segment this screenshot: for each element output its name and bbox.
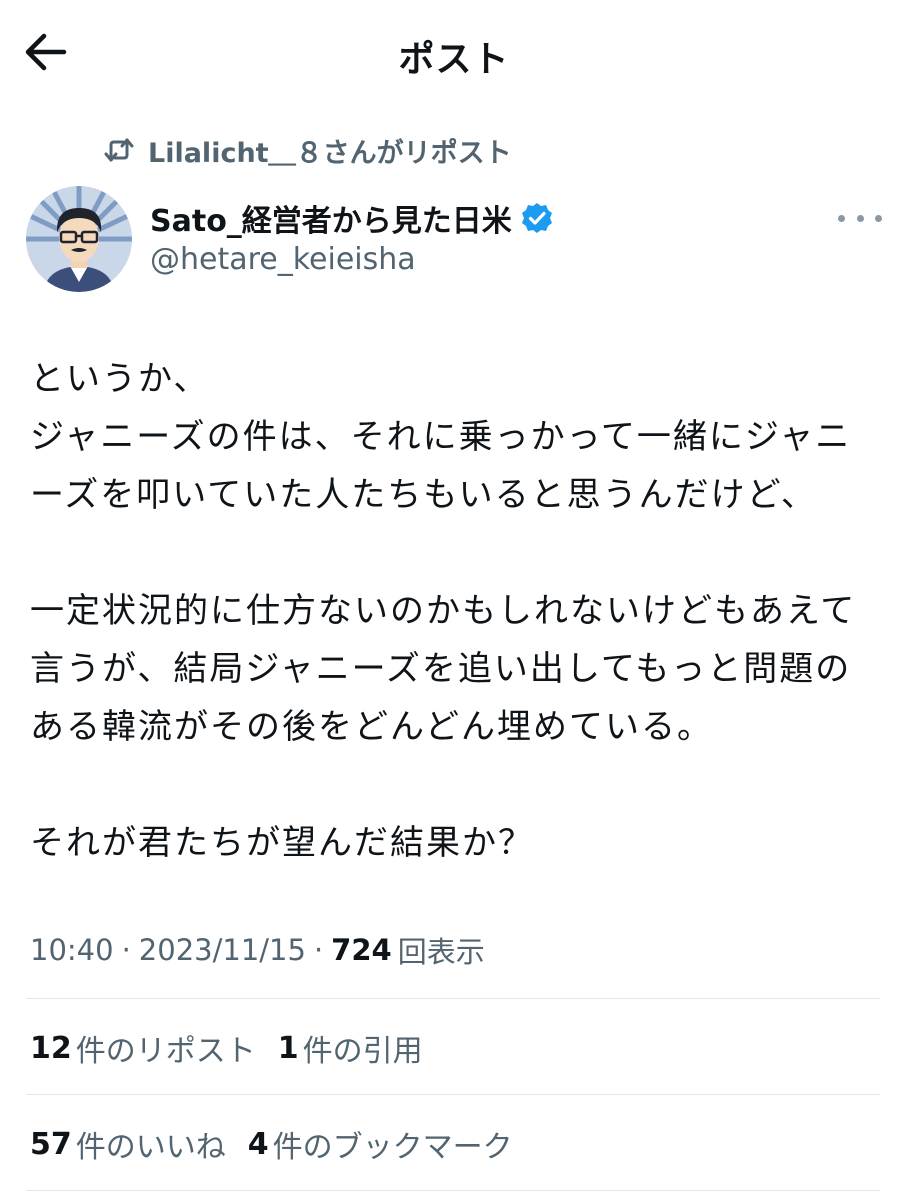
tweet-line [30, 524, 890, 582]
author-display-name[interactable]: Sato_経営者から見た日米 [150, 196, 512, 240]
meta-separator: · [121, 933, 131, 967]
tweet-text: というか、 ジャニーズの件は、それに乗っかって一緒にジャニ ーズを叩いていた人た… [30, 350, 890, 872]
tweet-time[interactable]: 10:40 [30, 933, 114, 967]
tweet-date[interactable]: 2023/11/15 [139, 933, 306, 967]
bookmarks-stat[interactable]: 4 件のブックマーク [248, 1122, 513, 1166]
tweet-line: というか、 [30, 359, 210, 399]
likes-count: 57 [30, 1126, 72, 1162]
reposts-count: 12 [30, 1030, 72, 1066]
tweet-line: 言うが、結局ジャニーズを追い出してもっと問題の [30, 649, 852, 689]
meta-separator: · [313, 933, 324, 967]
stats-row-likes: 57 件のいいね 4 件のブックマーク [30, 1120, 535, 1168]
more-dot-icon [838, 214, 845, 222]
repost-context[interactable]: Lilalicht＿８さんがリポスト [102, 130, 512, 170]
tweet-line: それが君たちが望んだ結果か？ [30, 823, 534, 863]
page-title: ポスト [398, 39, 510, 80]
views-label: 回表示 [397, 935, 485, 969]
author-name-row[interactable]: Sato_経営者から見た日米 [150, 196, 554, 240]
repost-icon [104, 138, 134, 162]
tweet-line: ーズを叩いていた人たちもいると思うんだけど、 [30, 475, 817, 515]
author-handle[interactable]: @hetare_keieisha [150, 242, 416, 277]
top-bar: ポスト [0, 0, 908, 104]
quotes-stat[interactable]: 1 件の引用 [278, 1026, 423, 1070]
tweet-line [30, 756, 890, 814]
divider [26, 998, 880, 999]
more-dot-icon [875, 214, 882, 222]
more-dot-icon [856, 214, 864, 222]
more-options-button[interactable] [838, 200, 882, 236]
tweet-line: 一定状況的に仕方ないのかもしれないけどもあえて [30, 591, 857, 631]
bookmarks-label: 件のブックマーク [272, 1130, 513, 1165]
quotes-label: 件の引用 [302, 1034, 423, 1069]
avatar[interactable] [26, 186, 132, 292]
tweet-line: ある韓流がその後をどんどん埋めている。 [30, 707, 713, 747]
stats-row-reposts: 12 件のリポスト 1 件の引用 [30, 1024, 445, 1072]
reposts-stat[interactable]: 12 件のリポスト [30, 1026, 256, 1070]
verified-badge-icon [521, 203, 552, 233]
tweet-line: ジャニーズの件は、それに乗っかって一緒にジャニ [30, 417, 852, 457]
likes-label: 件のいいね [75, 1130, 226, 1165]
quotes-count: 1 [277, 1030, 299, 1066]
tweet-meta: 10:40 · 2023/11/15 · 724 回表示 [30, 928, 485, 972]
divider [26, 1094, 880, 1095]
reposts-label: 件のリポスト [75, 1034, 256, 1069]
repost-context-text: Lilalicht＿８さんがリポスト [148, 137, 512, 169]
likes-stat[interactable]: 57 件のいいね [30, 1122, 226, 1166]
views-count: 724 [331, 933, 392, 967]
divider [26, 1190, 880, 1191]
avatar-illustration [26, 186, 132, 292]
bookmarks-count: 4 [247, 1126, 269, 1162]
